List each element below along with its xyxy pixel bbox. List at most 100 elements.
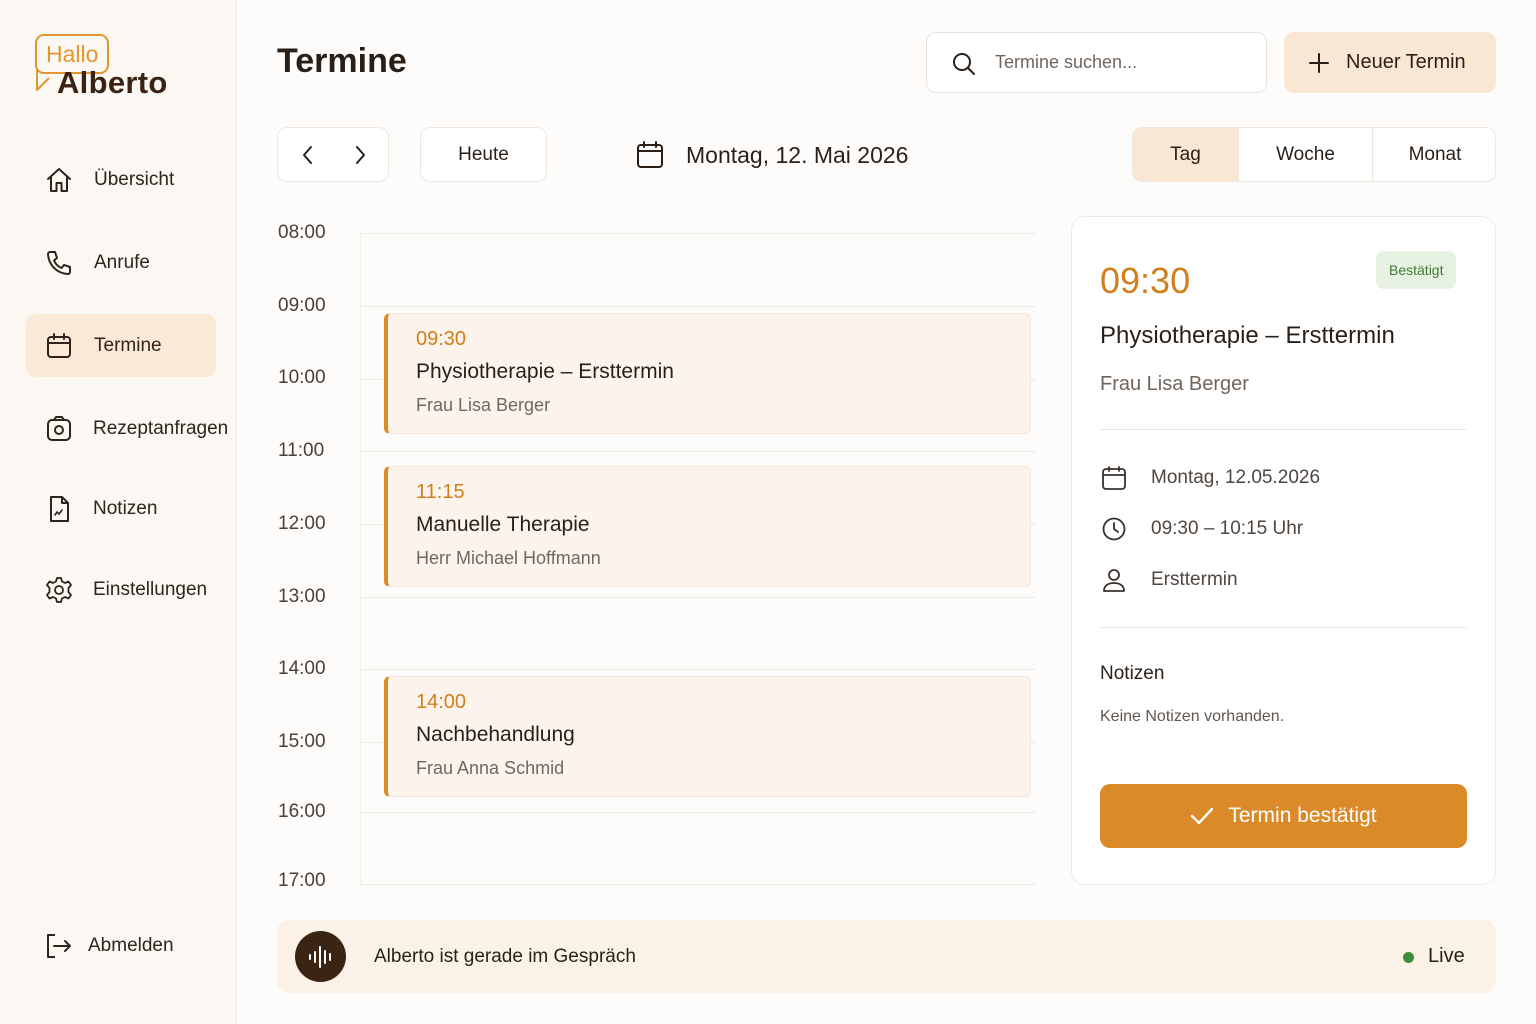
logo-speech-tail-icon	[36, 70, 50, 91]
hour-gridline	[358, 884, 1036, 885]
calendar-icon	[637, 141, 663, 168]
live-label: Live	[1428, 945, 1465, 967]
hour-gridline	[358, 669, 1036, 670]
hour-label: 12:00	[278, 513, 326, 534]
hour-gridline	[358, 233, 1036, 234]
appointment-title: Manuelle Therapie	[416, 513, 590, 536]
detail-type-row: Ersttermin	[1100, 565, 1238, 595]
hour-gridline	[358, 597, 1036, 598]
appointment-time: 14:00	[416, 691, 467, 713]
person-icon	[1103, 569, 1125, 592]
page-title: Termine	[277, 42, 407, 80]
hour-label: 17:00	[278, 870, 326, 891]
hour-label: 15:00	[278, 731, 326, 752]
appointment-patient: Herr Michael Hoffmann	[416, 548, 601, 568]
date-navigation	[277, 127, 389, 182]
detail-type: Ersttermin	[1151, 569, 1238, 590]
tab-monat[interactable]: Monat	[1373, 128, 1495, 181]
appointment-card[interactable]: 14:00 Nachbehandlung Frau Anna Schmid	[384, 676, 1031, 797]
live-call-bar[interactable]: Alberto ist gerade im Gespräch Live	[277, 920, 1496, 993]
confirm-appointment-button[interactable]: Termin bestätigt	[1100, 784, 1467, 848]
sidebar-item-uebersicht[interactable]: Übersicht	[26, 148, 216, 211]
sidebar-item-notizen[interactable]: Notizen	[26, 477, 216, 540]
appointment-title: Physiotherapie – Ersttermin	[416, 360, 674, 383]
tab-woche[interactable]: Woche	[1239, 128, 1372, 181]
logout-label: Abmelden	[88, 935, 174, 956]
confirm-button-label: Termin bestätigt	[1228, 804, 1377, 827]
divider	[1100, 627, 1467, 628]
gear-icon	[46, 576, 72, 603]
phone-icon	[47, 250, 71, 275]
detail-duration: 09:30 – 10:15 Uhr	[1151, 518, 1304, 539]
appointment-detail-panel: 09:30 Bestätigt Physiotherapie – Erstter…	[1071, 216, 1496, 885]
sidebar-item-label: Übersicht	[94, 168, 175, 190]
document-icon	[50, 495, 69, 522]
search-box[interactable]	[926, 32, 1267, 93]
detail-date: Montag, 12.05.2026	[1151, 467, 1321, 488]
today-button[interactable]: Heute	[420, 127, 547, 182]
hour-label: 16:00	[278, 801, 326, 822]
hour-label: 11:00	[278, 440, 325, 461]
sidebar-item-label: Einstellungen	[93, 578, 208, 600]
soundwave-icon	[308, 945, 331, 968]
clock-icon	[1102, 517, 1126, 541]
logout-button[interactable]: Abmelden	[26, 916, 216, 976]
notes-text: Keine Notizen vorhanden.	[1100, 708, 1285, 725]
new-appointment-button[interactable]: Neuer Termin	[1284, 32, 1496, 93]
detail-date-row: Montag, 12.05.2026	[1100, 463, 1320, 493]
previous-day-button[interactable]	[280, 128, 336, 181]
voice-avatar	[295, 931, 346, 982]
appointment-card[interactable]: 09:30 Physiotherapie – Ersttermin Frau L…	[384, 313, 1031, 434]
appointment-time: 09:30	[416, 328, 467, 350]
sidebar-item-label: Rezeptanfragen	[93, 417, 229, 439]
current-date[interactable]: Montag, 12. Mai 2026	[636, 140, 908, 170]
appointment-title: Nachbehandlung	[416, 723, 575, 746]
notes-heading: Notizen	[1100, 663, 1165, 684]
detail-time-row: 09:30 – 10:15 Uhr	[1100, 514, 1303, 544]
divider	[1100, 429, 1467, 430]
sidebar-item-label: Termine	[94, 334, 162, 356]
search-input[interactable]	[995, 33, 1255, 92]
hour-gridline	[358, 306, 1036, 307]
prescription-icon	[47, 415, 71, 441]
hour-label: 08:00	[278, 222, 326, 243]
chevron-right-icon	[356, 145, 365, 164]
appointment-card[interactable]: 11:15 Manuelle Therapie Herr Michael Hof…	[384, 466, 1031, 587]
logo: Hallo Alberto	[35, 34, 185, 104]
chevron-left-icon	[303, 145, 312, 164]
hour-label: 09:00	[278, 295, 326, 316]
calendar-icon	[1102, 466, 1126, 490]
live-indicator-dot	[1403, 952, 1414, 963]
detail-title: Physiotherapie – Ersttermin	[1100, 322, 1395, 349]
appointment-time: 11:15	[416, 481, 465, 503]
sidebar-item-anrufe[interactable]: Anrufe	[26, 231, 216, 294]
next-day-button[interactable]	[332, 128, 388, 181]
detail-patient: Frau Lisa Berger	[1100, 373, 1249, 395]
checkmark-icon	[1191, 807, 1214, 825]
hour-label: 10:00	[278, 367, 326, 388]
sidebar-item-label: Notizen	[93, 497, 158, 519]
logout-icon	[47, 934, 71, 958]
sidebar-item-rezeptanfragen[interactable]: Rezeptanfragen	[26, 397, 228, 460]
sidebar-item-termine[interactable]: Termine	[26, 314, 216, 377]
appointment-patient: Frau Anna Schmid	[416, 758, 565, 778]
status-badge: Bestätigt	[1376, 251, 1457, 289]
logo-name: Alberto	[57, 65, 168, 100]
timeline-axis-line	[360, 233, 361, 885]
hour-gridline	[358, 812, 1036, 813]
appointment-patient: Frau Lisa Berger	[416, 395, 551, 415]
detail-time: 09:30	[1100, 260, 1191, 301]
hour-label: 14:00	[278, 658, 326, 679]
search-icon	[953, 53, 975, 75]
new-appointment-label: Neuer Termin	[1346, 51, 1466, 73]
home-icon	[47, 167, 71, 192]
sidebar-item-label: Anrufe	[94, 251, 150, 273]
view-switcher: Tag Woche Monat	[1132, 127, 1496, 182]
hour-gridline	[358, 451, 1036, 452]
sidebar: Hallo Alberto Übersicht Anrufe Termine R…	[0, 0, 237, 1024]
current-date-label: Montag, 12. Mai 2026	[686, 141, 909, 168]
hour-label: 13:00	[278, 586, 326, 607]
sidebar-item-einstellungen[interactable]: Einstellungen	[26, 558, 216, 621]
tab-tag[interactable]: Tag	[1133, 128, 1238, 181]
calendar-icon	[47, 332, 71, 358]
